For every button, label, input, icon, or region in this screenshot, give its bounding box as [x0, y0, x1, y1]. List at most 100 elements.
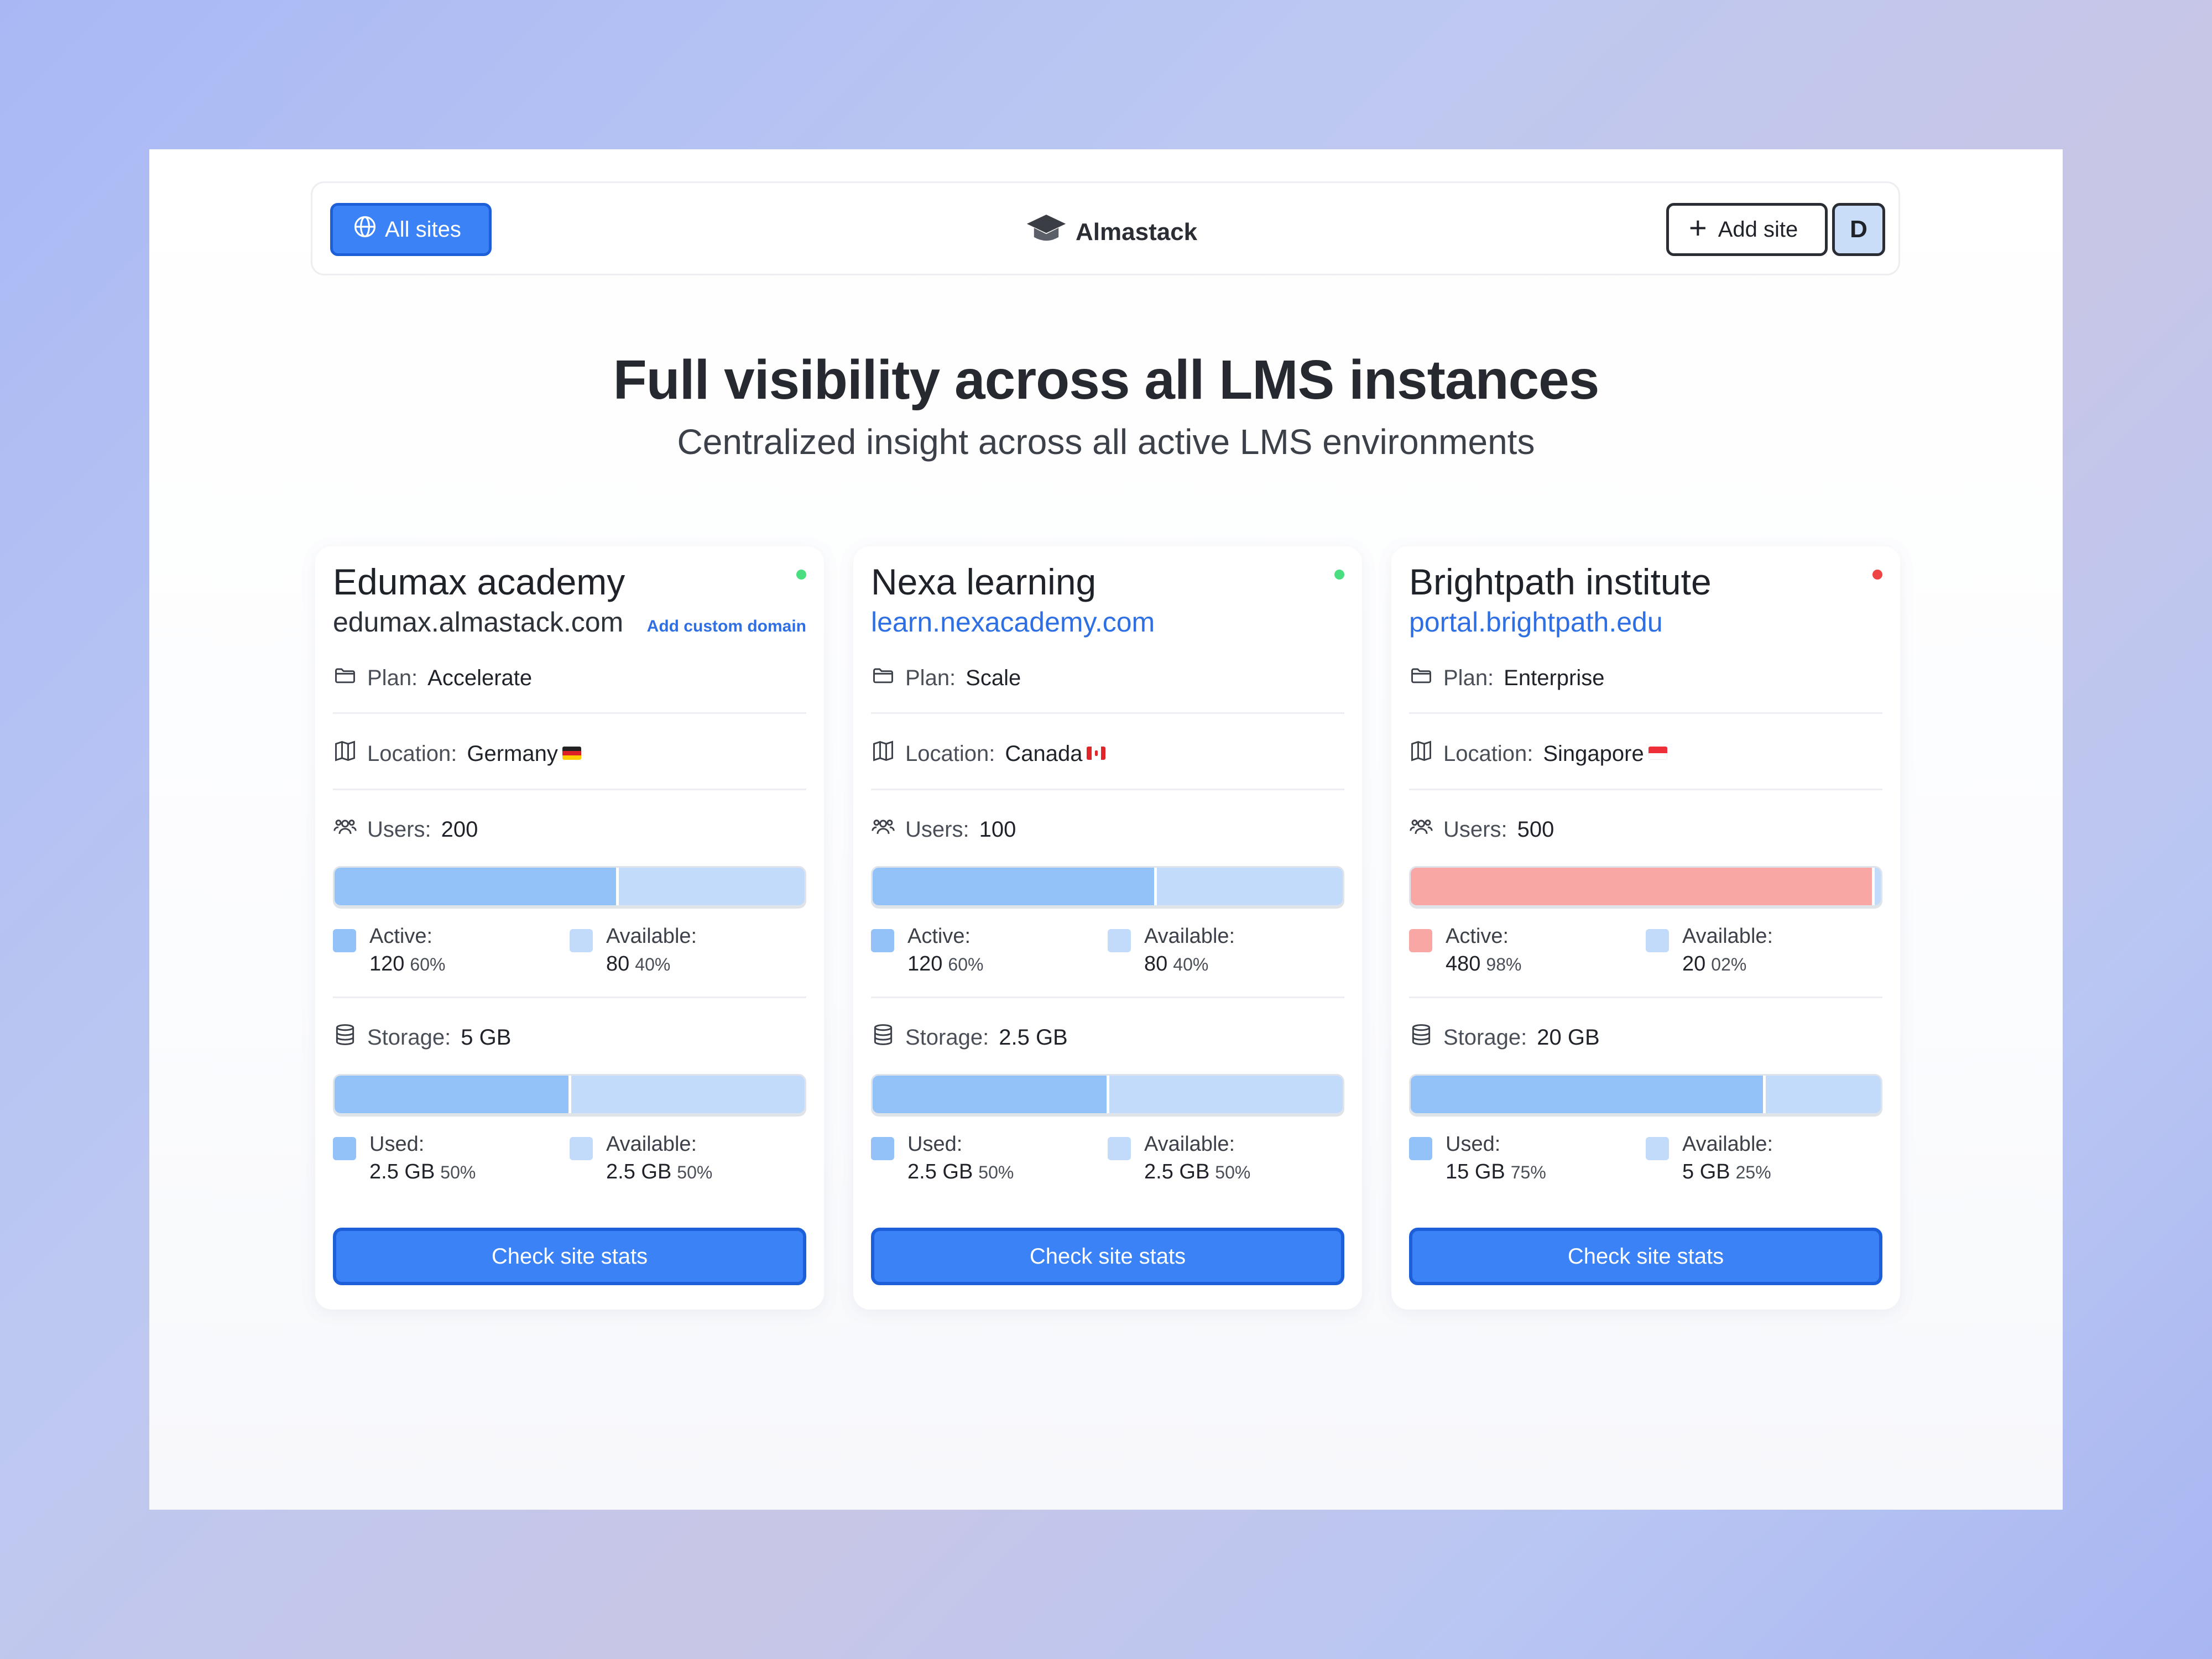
storage-used-fill — [335, 1076, 571, 1113]
legend-swatch — [1646, 1137, 1669, 1160]
plan-value: Accelerate — [427, 665, 533, 690]
users-label: Users: — [1443, 817, 1507, 842]
storage-used-fill — [873, 1076, 1109, 1113]
legend-swatch — [1409, 1137, 1432, 1160]
legend-swatch — [1108, 929, 1131, 952]
add-site-button[interactable]: + Add site — [1666, 203, 1828, 256]
site-name: Edumax academy — [333, 561, 625, 602]
legend-value: 20 02% — [1682, 952, 1747, 975]
users-active-fill — [873, 868, 1157, 905]
app-window: All sites Almastack + Add site D Full vi… — [149, 149, 2063, 1510]
plus-icon: + — [1689, 210, 1707, 245]
location-name: Singapore — [1543, 741, 1644, 766]
folder-icon — [333, 663, 357, 693]
users-value: 200 — [441, 817, 478, 842]
storage-bar — [333, 1074, 806, 1115]
divider — [333, 789, 806, 790]
site-domain: edumax.almastack.com — [333, 607, 624, 638]
legend-swatch — [871, 1137, 894, 1160]
plan-label: Plan: — [905, 665, 956, 690]
legend-label: Available: — [606, 1133, 697, 1156]
plan-row: Plan: Scale — [871, 656, 1344, 700]
legend-value: 2.5 GB 50% — [606, 1160, 713, 1183]
storage-value: 2.5 GB — [999, 1025, 1068, 1050]
users-active-fill — [1411, 868, 1875, 905]
divider — [333, 997, 806, 998]
users-icon — [333, 815, 357, 844]
brand-logo[interactable]: Almastack — [1026, 212, 1197, 252]
users-value: 100 — [979, 817, 1016, 842]
storage-row: Storage: 2.5 GB — [871, 1015, 1344, 1060]
location-label: Location: — [1443, 741, 1533, 766]
add-site-label: Add site — [1718, 217, 1798, 242]
database-icon — [1409, 1022, 1433, 1052]
plan-value: Scale — [966, 665, 1021, 690]
check-site-stats-button[interactable]: Check site stats — [1409, 1228, 1882, 1285]
storage-value: 20 GB — [1537, 1025, 1600, 1050]
all-sites-button[interactable]: All sites — [330, 203, 492, 256]
legend-label: Active: — [1446, 925, 1509, 948]
brand-name: Almastack — [1076, 218, 1198, 246]
legend-value: 2.5 GB 50% — [907, 1160, 1014, 1183]
storage-label: Storage: — [367, 1025, 451, 1050]
location-row: Location: Singapore — [1409, 732, 1882, 776]
legend-swatch — [1646, 929, 1669, 952]
check-site-stats-button[interactable]: Check site stats — [333, 1228, 806, 1285]
legend-swatch — [1108, 1137, 1131, 1160]
legend-label: Available: — [1144, 925, 1235, 948]
legend-value: 15 GB 75% — [1446, 1160, 1546, 1183]
legend-swatch — [1409, 929, 1432, 952]
storage-bar — [871, 1074, 1344, 1115]
add-custom-domain-link[interactable]: Add custom domain — [647, 617, 806, 636]
site-card: Nexa learning learn.nexacademy.com Plan:… — [853, 546, 1362, 1310]
check-site-stats-button[interactable]: Check site stats — [871, 1228, 1344, 1285]
legend-label: Available: — [606, 925, 697, 948]
storage-used-fill — [1411, 1076, 1766, 1113]
legend-label: Used: — [1446, 1133, 1501, 1156]
users-row: Users: 200 — [333, 807, 806, 852]
status-indicator — [1872, 570, 1882, 580]
legend-value: 120 60% — [369, 952, 446, 975]
database-icon — [333, 1022, 357, 1052]
location-name: Germany — [467, 741, 558, 766]
legend-label: Used: — [369, 1133, 425, 1156]
legend-swatch — [570, 929, 593, 952]
location-label: Location: — [367, 741, 457, 766]
storage-value: 5 GB — [461, 1025, 512, 1050]
users-row: Users: 100 — [871, 807, 1344, 852]
graduation-cap-icon — [1026, 212, 1067, 252]
page-title: Full visibility across all LMS instances — [613, 349, 1600, 411]
status-indicator — [1334, 570, 1344, 580]
users-bar — [333, 866, 806, 907]
storage-label: Storage: — [1443, 1025, 1527, 1050]
site-domain[interactable]: learn.nexacademy.com — [871, 606, 1155, 638]
legend-label: Available: — [1682, 1133, 1773, 1156]
storage-row: Storage: 5 GB — [333, 1015, 806, 1060]
legend-value: 80 40% — [606, 952, 671, 975]
folder-icon — [1409, 663, 1433, 693]
legend-value: 480 98% — [1446, 952, 1522, 975]
map-icon — [333, 739, 357, 769]
top-bar: All sites Almastack + Add site D — [311, 181, 1900, 275]
plan-row: Plan: Accelerate — [333, 656, 806, 700]
de-flag-icon — [562, 746, 581, 760]
globe-icon — [353, 215, 377, 244]
location-value: Canada — [1005, 742, 1106, 766]
users-row: Users: 500 — [1409, 807, 1882, 852]
site-name: Brightpath institute — [1409, 561, 1712, 602]
users-label: Users: — [905, 817, 969, 842]
database-icon — [871, 1022, 895, 1052]
users-bar — [871, 866, 1344, 907]
divider — [1409, 712, 1882, 714]
map-icon — [1409, 739, 1433, 769]
divider — [1409, 997, 1882, 998]
legend-label: Active: — [907, 925, 971, 948]
legend-label: Available: — [1144, 1133, 1235, 1156]
site-card: Brightpath institute portal.brightpath.e… — [1391, 546, 1900, 1310]
site-domain[interactable]: portal.brightpath.edu — [1409, 606, 1663, 638]
all-sites-label: All sites — [385, 217, 461, 242]
users-icon — [871, 815, 895, 844]
avatar[interactable]: D — [1832, 203, 1885, 256]
site-card: Edumax academy edumax.almastack.com Add … — [315, 546, 824, 1310]
location-row: Location: Germany — [333, 732, 806, 776]
